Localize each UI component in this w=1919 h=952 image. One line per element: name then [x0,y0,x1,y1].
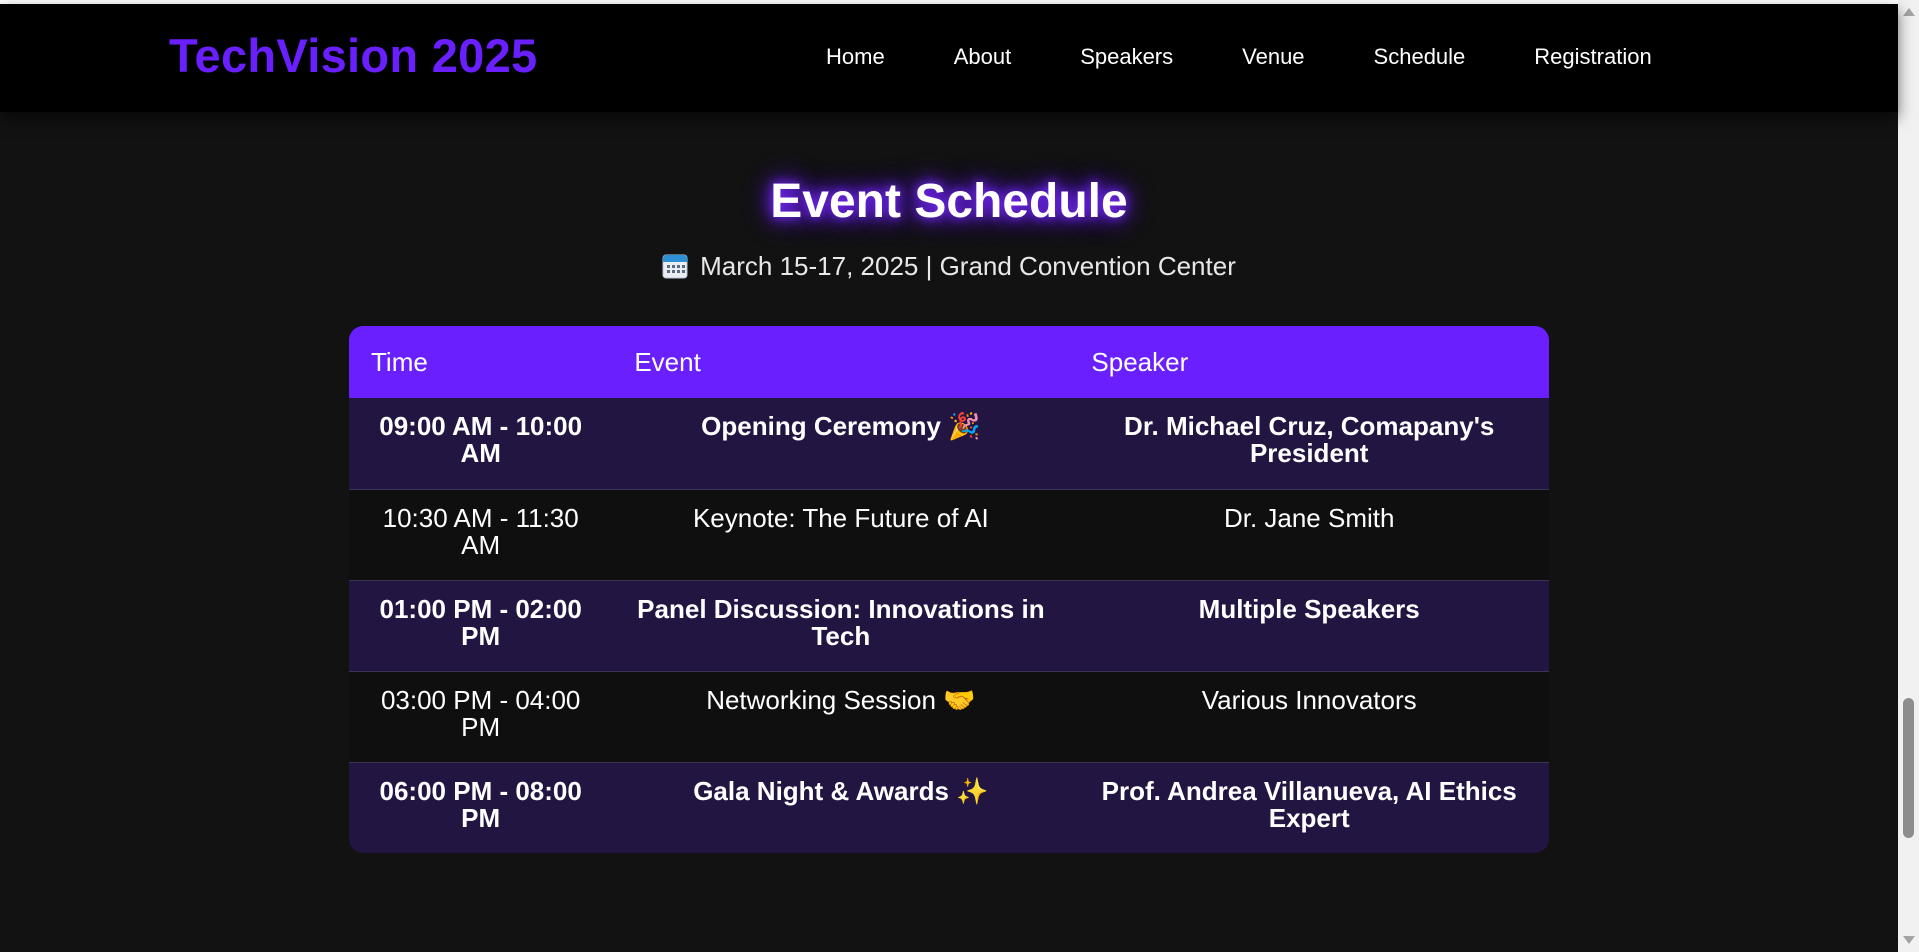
cell-speaker: Dr. Michael Cruz, Comapany's President [1124,411,1495,468]
cell-event: Keynote: The Future of AI [692,502,989,533]
column-header-event: Event [634,346,701,377]
table-row: 06:00 PM - 08:00 PM Gala Night & Awards … [349,762,1549,853]
page: TechVision 2025 Home About Speakers Venu… [0,0,1919,952]
cell-time: 06:00 PM - 08:00 PM [379,775,582,833]
scrollbar-thumb[interactable] [1903,698,1914,838]
nav-link-home[interactable]: Home [826,44,885,69]
event-date-venue: March 15-17, 2025 | Grand Convention Cen… [0,251,1898,282]
nav-link-about[interactable]: About [954,44,1012,69]
scroll-up-arrow-icon[interactable] [1903,8,1915,16]
page-title: Event Schedule [770,175,1128,228]
cell-speaker: Dr. Jane Smith [1223,502,1395,533]
site-logo[interactable]: TechVision 2025 [169,28,538,83]
cell-speaker: Multiple Speakers [1198,593,1420,624]
cell-event: Panel Discussion: Innovations in Tech [637,593,1045,651]
cell-speaker: Various Innovators [1201,684,1417,715]
nav-link-schedule[interactable]: Schedule [1374,44,1466,69]
cell-event: Networking Session 🤝 [706,684,976,715]
scroll-down-arrow-icon[interactable] [1903,936,1915,944]
vertical-scrollbar[interactable] [1898,0,1919,952]
table-row: 09:00 AM - 10:00 AM Opening Ceremony 🎉 D… [349,398,1549,489]
nav-link-registration[interactable]: Registration [1534,44,1651,69]
cell-speaker: Prof. Andrea Villanueva, AI Ethics Exper… [1101,775,1517,833]
navbar: TechVision 2025 Home About Speakers Venu… [0,4,1898,112]
schedule-table: Time Event Speaker 09:00 AM - 10:00 AM O… [349,326,1549,853]
nav-link-speakers[interactable]: Speakers [1080,44,1173,69]
nav-menu: Home About Speakers Venue Schedule Regis… [826,44,1652,70]
table-row: 10:30 AM - 11:30 AM Keynote: The Future … [349,489,1549,580]
cell-event: Gala Night & Awards ✨ [693,775,989,806]
subtitle-text: March 15-17, 2025 | Grand Convention Cen… [700,251,1236,281]
cell-time: 09:00 AM - 10:00 AM [379,411,583,468]
cell-event: Opening Ceremony 🎉 [701,411,981,441]
column-header-speaker: Speaker [1091,346,1189,377]
table-row: 01:00 PM - 02:00 PM Panel Discussion: In… [349,580,1549,671]
table-row: 03:00 PM - 04:00 PM Networking Session 🤝… [349,671,1549,762]
cell-time: 10:30 AM - 11:30 AM [382,502,579,560]
calendar-icon [662,253,688,279]
cell-time: 03:00 PM - 04:00 PM [380,684,581,742]
cell-time: 01:00 PM - 02:00 PM [379,593,582,651]
column-header-time: Time [371,346,428,377]
table-header-row: Time Event Speaker [349,326,1549,398]
nav-link-venue[interactable]: Venue [1242,44,1304,69]
